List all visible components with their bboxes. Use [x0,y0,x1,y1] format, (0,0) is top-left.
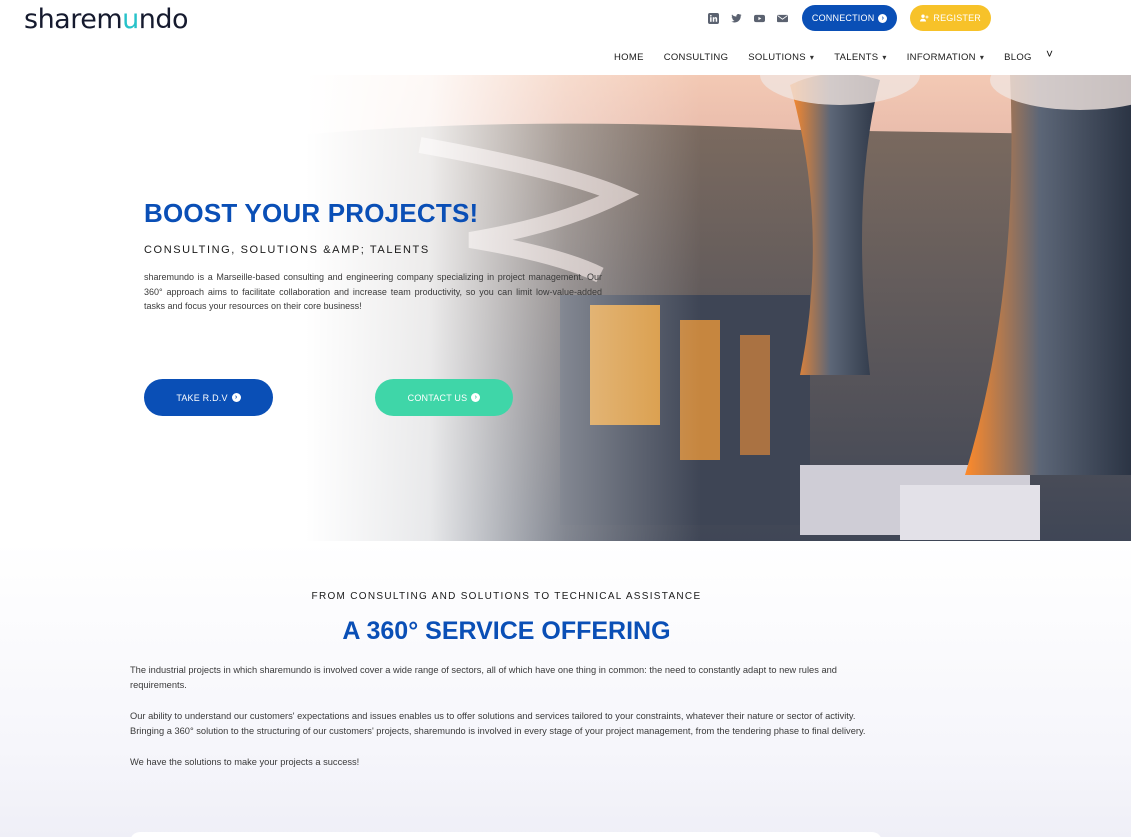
page: sharemundo CONNECTION › REGISTER HOME CO… [0,0,1131,837]
services-title: A 360° SERVICE OFFERING [342,617,671,645]
services-paragraph: Our ability to understand our customers'… [130,711,866,736]
nav-item-label: SOLUTIONS [748,52,806,63]
nav-item-label: INFORMATION [906,52,976,63]
nav-item-consulting[interactable]: CONSULTING [664,52,729,63]
logo-text-suffix: ndo [138,4,189,35]
contact-us-label: CONTACT US [407,392,468,403]
take-rdv-label: TAKE R.D.V [176,392,228,403]
nav-item-label: TALENTS [834,52,879,63]
logo-text-prefix: sharem [24,4,123,35]
youtube-icon[interactable] [753,13,765,24]
nav-item-label: HOME [614,52,644,63]
services-paragraph: The industrial projects in which sharemu… [130,665,837,690]
connection-label: CONNECTION [811,13,875,23]
services-section: FROM CONSULTING AND SOLUTIONS TO TECHNIC… [0,541,1131,837]
main-nav: HOME CONSULTING SOLUTIONS ▾ TALENTS ▾ IN… [604,52,1042,63]
language-chevron-icon[interactable]: ˅ [1046,47,1053,61]
register-label: REGISTER [933,13,981,23]
nav-item-label: CONSULTING [663,52,729,63]
chevron-down-icon: ▾ [979,53,985,62]
chevron-down-icon: ▾ [882,53,887,62]
twitter-icon[interactable] [731,13,742,24]
services-paragraph: We have the solutions to make your proje… [130,757,360,767]
nav-item-home[interactable]: HOME [614,52,644,63]
connection-button[interactable]: CONNECTION › [801,5,898,31]
nav-item-label: BLOG [1004,52,1032,63]
take-rdv-button[interactable]: TAKE R.D.V › [144,379,273,416]
contact-us-button[interactable]: CONTACT US › [375,379,513,416]
social-links [707,12,788,24]
content-card [130,832,882,837]
email-icon[interactable] [776,13,788,24]
hero-content: BOOST YOUR PROJECTS! CONSULTING, SOLUTIO… [144,198,602,314]
nav-item-talents[interactable]: TALENTS ▾ [834,52,886,63]
hero-section: BOOST YOUR PROJECTS! CONSULTING, SOLUTIO… [0,75,1131,541]
services-body: The industrial projects in which sharemu… [130,663,882,786]
chevron-down-icon: ▾ [809,53,815,62]
top-bar: CONNECTION › REGISTER [707,5,991,31]
hero-description: sharemundo is a Marseille-based consulti… [144,272,602,311]
nav-item-information[interactable]: INFORMATION ▾ [907,52,984,63]
add-user-icon [920,14,929,22]
arrow-right-icon: › [231,393,241,402]
logo[interactable]: sharemundo [24,4,189,35]
arrow-right-icon: › [471,393,481,402]
nav-item-blog[interactable]: BLOG [1004,52,1032,63]
services-eyebrow: FROM CONSULTING AND SOLUTIONS TO TECHNIC… [311,591,702,602]
nav-item-solutions[interactable]: SOLUTIONS ▾ [748,52,814,63]
arrow-right-icon: › [878,13,888,23]
logo-text-accent: u [122,4,139,35]
hero-subtitle: CONSULTING, SOLUTIONS &AMP; TALENTS [144,244,430,256]
register-button[interactable]: REGISTER [910,5,991,31]
hero-title: BOOST YOUR PROJECTS! [144,198,479,228]
linkedin-icon[interactable] [707,12,719,24]
